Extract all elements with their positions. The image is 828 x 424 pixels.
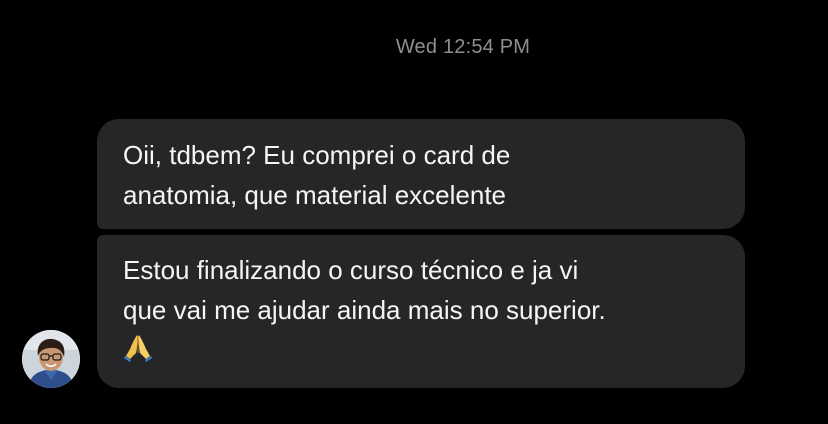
message-text-line: anatomia, que material excelente xyxy=(123,180,507,210)
message-bubble[interactable]: Estou finalizando o curso técnico e ja v… xyxy=(97,235,745,388)
message-timestamp: Wed 12:54 PM xyxy=(395,36,531,58)
message-text-line: que vai me ajudar ainda mais no superior… xyxy=(123,295,606,325)
message-bubble[interactable]: Oii, tdbem? Eu comprei o card de anatomi… xyxy=(97,119,745,229)
folded-hands-icon xyxy=(123,332,153,373)
avatar[interactable] xyxy=(22,330,80,388)
message-text-line: Estou finalizando o curso técnico e ja v… xyxy=(123,255,579,285)
message-text-line: Oii, tdbem? Eu comprei o card de xyxy=(123,140,511,170)
